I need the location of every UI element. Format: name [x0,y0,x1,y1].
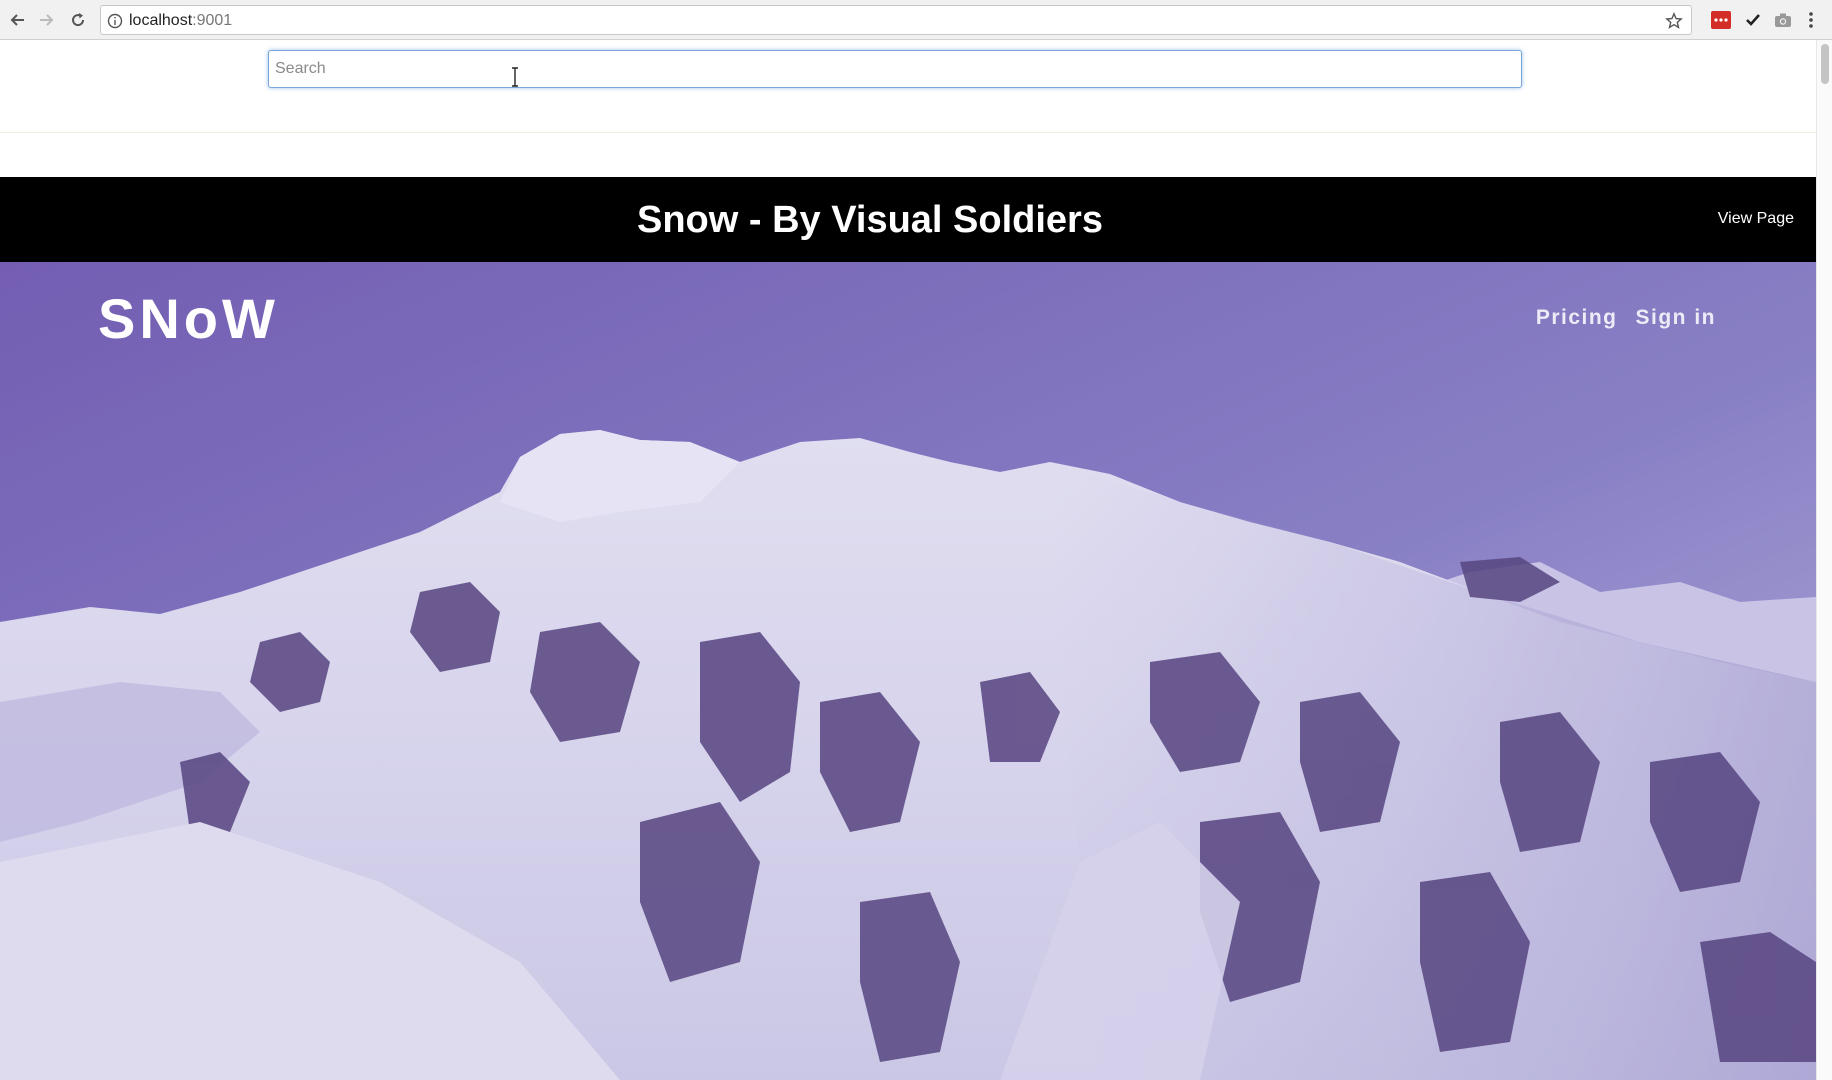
nav-pricing-link[interactable]: Pricing [1536,306,1618,330]
back-button[interactable] [6,8,30,32]
checkmark-extension[interactable] [1742,9,1764,31]
nav-sign-in-link[interactable]: Sign in [1636,306,1717,330]
browser-menu-button[interactable] [1800,9,1822,31]
url-port: :9001 [192,12,233,29]
url-host: localhost [129,12,193,29]
url-text: localhost:9001 [129,12,232,30]
view-page-link[interactable]: View Page [1718,209,1794,229]
search-input[interactable] [268,50,1522,88]
hero-section: SNoW Pricing Sign in [0,262,1816,1080]
text-cursor-icon [512,67,518,87]
divider [0,132,1816,133]
hero-nav: Pricing Sign in [1536,306,1716,330]
reload-button[interactable] [66,8,90,32]
page-scrollbar[interactable] [1816,40,1832,1080]
preview-title: Snow - By Visual Soldiers [637,199,1103,241]
snow-logo[interactable]: SNoW [98,288,294,344]
star-icon[interactable] [1665,12,1683,30]
arrow-left-icon [10,14,24,26]
kebab-menu-icon [1809,12,1813,28]
browser-toolbar: localhost:9001 [0,0,1832,40]
camera-icon [1775,13,1791,27]
preview-title-bar: Snow - By Visual Soldiers View Page [0,177,1816,262]
info-icon[interactable] [107,13,123,29]
arrow-right-icon [40,14,54,26]
search-container [268,50,1522,88]
lastpass-extension[interactable] [1710,9,1732,31]
lastpass-icon [1711,11,1731,29]
page-viewport: Snow - By Visual Soldiers View Page [0,40,1832,1080]
logo-text: SNoW [98,288,279,344]
address-bar[interactable]: localhost:9001 [100,5,1692,35]
reload-icon [72,13,85,27]
scrollbar-thumb[interactable] [1821,44,1829,84]
mountain-hero-image [0,262,1816,1080]
camera-extension[interactable] [1772,9,1794,31]
checkmark-icon [1746,14,1760,26]
forward-button[interactable] [34,8,58,32]
